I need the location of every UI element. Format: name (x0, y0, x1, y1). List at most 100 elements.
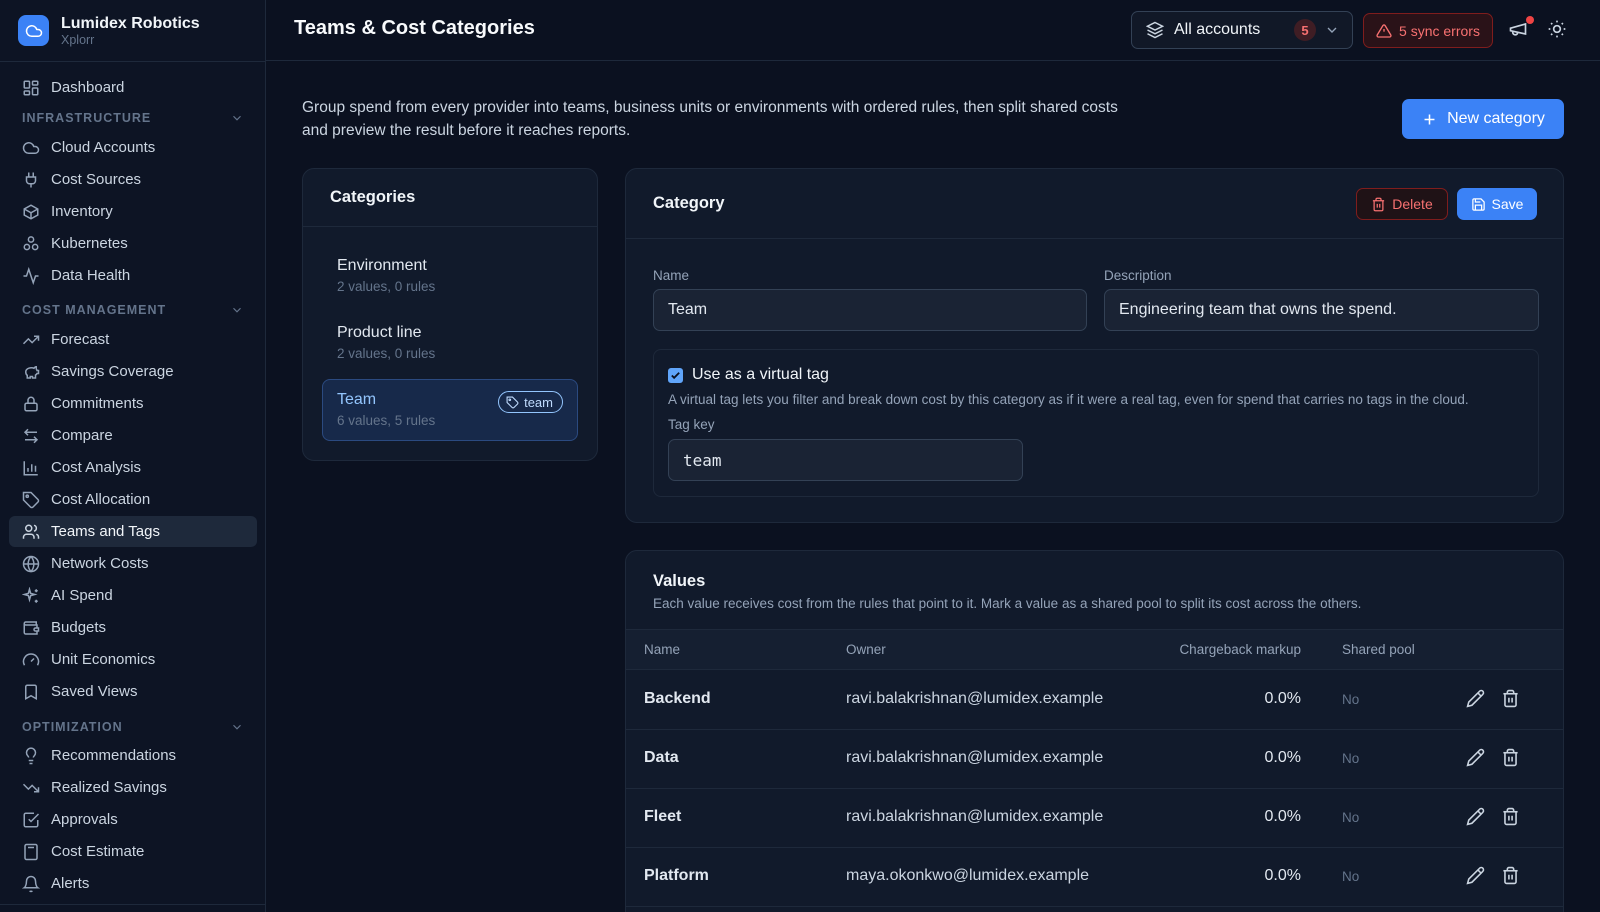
sidebar-item-forecast[interactable]: Forecast (9, 324, 257, 355)
sidebar-item-label: Cloud Accounts (51, 139, 156, 156)
tag-key-label: Tag key (668, 417, 715, 432)
chevron-down-icon (1324, 22, 1340, 38)
sidebar-item-saved-views[interactable]: Saved Views (9, 676, 257, 707)
section-optimization[interactable]: OPTIMIZATION (22, 718, 244, 736)
sidebar-item-label: Inventory (51, 203, 113, 220)
section-infrastructure[interactable]: INFRASTRUCTURE (22, 109, 244, 127)
trending-up-icon (22, 331, 40, 349)
users-icon (22, 523, 40, 541)
chevron-down-icon (230, 303, 244, 317)
value-markup: 0.0% (1264, 749, 1301, 766)
sidebar-item-recommendations[interactable]: Recommendations (9, 740, 257, 771)
bell-icon (22, 875, 40, 893)
section-cost-management[interactable]: COST MANAGEMENT (22, 301, 244, 319)
edit-icon[interactable] (1466, 866, 1488, 888)
value-name: Platform (644, 867, 709, 884)
value-owner: maya.okonkwo@lumidex.example (846, 867, 1090, 884)
value-owner: ravi.balakrishnan@lumidex.example (846, 808, 1104, 825)
cloud-icon (22, 139, 40, 157)
tag-key-input[interactable]: team (668, 439, 1023, 481)
section-label: COST MANAGEMENT (22, 303, 167, 317)
sidebar-item-inventory[interactable]: Inventory (9, 196, 257, 227)
sidebar-item-approvals[interactable]: Approvals (9, 804, 257, 835)
trash-icon[interactable] (1501, 748, 1523, 770)
category-detail-panel: Category Delete Save Name Team Descripti… (625, 168, 1564, 523)
top-header: Teams & Cost Categories All accounts 5 5… (266, 0, 1600, 61)
box-icon (22, 203, 40, 221)
sidebar-item-dashboard[interactable]: Dashboard (9, 72, 257, 103)
trash-icon[interactable] (1501, 807, 1523, 829)
sidebar-item-label: Cost Estimate (51, 843, 145, 860)
sidebar-item-label: Budgets (51, 619, 107, 636)
sidebar-item-cloud-accounts[interactable]: Cloud Accounts (9, 132, 257, 163)
sidebar-item-label: Realized Savings (51, 779, 167, 796)
trash-icon[interactable] (1501, 866, 1523, 888)
description-input[interactable]: Engineering team that owns the spend. (1104, 289, 1539, 331)
name-label: Name (653, 268, 690, 283)
sidebar-item-teams-and-tags[interactable]: Teams and Tags (9, 516, 257, 547)
category-meta: 6 values, 5 rules (337, 413, 436, 428)
table-row: Platform maya.okonkwo@lumidex.example 0.… (626, 848, 1563, 907)
edit-icon[interactable] (1466, 748, 1488, 770)
virtual-tag-help: A virtual tag lets you filter and break … (668, 392, 1469, 407)
new-category-button[interactable]: New category (1402, 99, 1564, 139)
sidebar-item-savings-coverage[interactable]: Savings Coverage (9, 356, 257, 387)
section-label: OPTIMIZATION (22, 720, 123, 734)
sidebar-item-budgets[interactable]: Budgets (9, 612, 257, 643)
sidebar-item-cost-allocation[interactable]: Cost Allocation (9, 484, 257, 515)
sidebar-item-cost-estimate[interactable]: Cost Estimate (9, 836, 257, 867)
value-name: Data (644, 749, 679, 766)
sidebar-item-label: Cost Sources (51, 171, 142, 188)
save-button[interactable]: Save (1457, 188, 1537, 220)
value-name: Fleet (644, 808, 682, 825)
column-header-name: Name (644, 642, 681, 657)
sidebar-item-network-costs[interactable]: Network Costs (9, 548, 257, 579)
sidebar-item-commitments[interactable]: Commitments (9, 388, 257, 419)
sidebar-item-kubernetes[interactable]: Kubernetes (9, 228, 257, 259)
edit-icon[interactable] (1466, 689, 1488, 711)
chevron-down-icon (230, 111, 244, 125)
page-description: Group spend from every provider into tea… (302, 99, 1118, 139)
edit-icon[interactable] (1466, 807, 1488, 829)
sidebar-item-label: Cost Allocation (51, 491, 151, 508)
column-header-owner: Owner (846, 642, 886, 657)
sidebar-item-compare[interactable]: Compare (9, 420, 257, 451)
section-label: INFRASTRUCTURE (22, 111, 152, 125)
sun-icon[interactable] (1547, 19, 1569, 41)
category-item-environment[interactable]: Environment 2 values, 0 rules (322, 245, 578, 307)
virtual-tag-checkbox[interactable] (668, 368, 683, 383)
brand[interactable]: Lumidex Robotics Xplorr (0, 0, 265, 62)
delete-button[interactable]: Delete (1356, 188, 1448, 220)
category-item-team[interactable]: Team 6 values, 5 rules team (322, 379, 578, 441)
lock-icon (22, 395, 40, 413)
sidebar-item-cost-analysis[interactable]: Cost Analysis (9, 452, 257, 483)
value-markup: 0.0% (1264, 808, 1301, 825)
value-name: Backend (644, 690, 711, 707)
value-shared-pool: No (1342, 692, 1360, 707)
sidebar-item-realized-savings[interactable]: Realized Savings (9, 772, 257, 803)
name-input[interactable]: Team (653, 289, 1087, 331)
sidebar: Lumidex Robotics Xplorr Dashboard INFRAS… (0, 0, 266, 912)
values-description: Each value receives cost from the rules … (653, 596, 1362, 611)
account-selector-label: All accounts (1174, 21, 1261, 38)
virtual-tag-box: Use as a virtual tag A virtual tag lets … (653, 349, 1539, 497)
trash-icon (1371, 197, 1386, 212)
sync-errors-button[interactable]: 5 sync errors (1363, 13, 1493, 48)
sidebar-item-unit-economics[interactable]: Unit Economics (9, 644, 257, 675)
table-row: Backend ravi.balakrishnan@lumidex.exampl… (626, 671, 1563, 730)
lightbulb-icon (22, 746, 40, 765)
arrow-left-right-icon (22, 427, 40, 445)
sidebar-item-label: Saved Views (51, 683, 138, 700)
sidebar-item-label: AI Spend (51, 587, 113, 604)
category-name: Environment (337, 257, 427, 274)
globe-icon (22, 555, 40, 573)
chevron-down-icon (230, 720, 244, 734)
sidebar-item-alerts[interactable]: Alerts (9, 868, 257, 899)
sidebar-item-data-health[interactable]: Data Health (9, 260, 257, 291)
category-item-product-line[interactable]: Product line 2 values, 0 rules (322, 312, 578, 374)
sidebar-item-label: Network Costs (51, 555, 149, 572)
sidebar-item-cost-sources[interactable]: Cost Sources (9, 164, 257, 195)
sidebar-item-ai-spend[interactable]: AI Spend (9, 580, 257, 611)
trash-icon[interactable] (1501, 689, 1523, 711)
account-selector[interactable]: All accounts 5 (1131, 11, 1353, 49)
